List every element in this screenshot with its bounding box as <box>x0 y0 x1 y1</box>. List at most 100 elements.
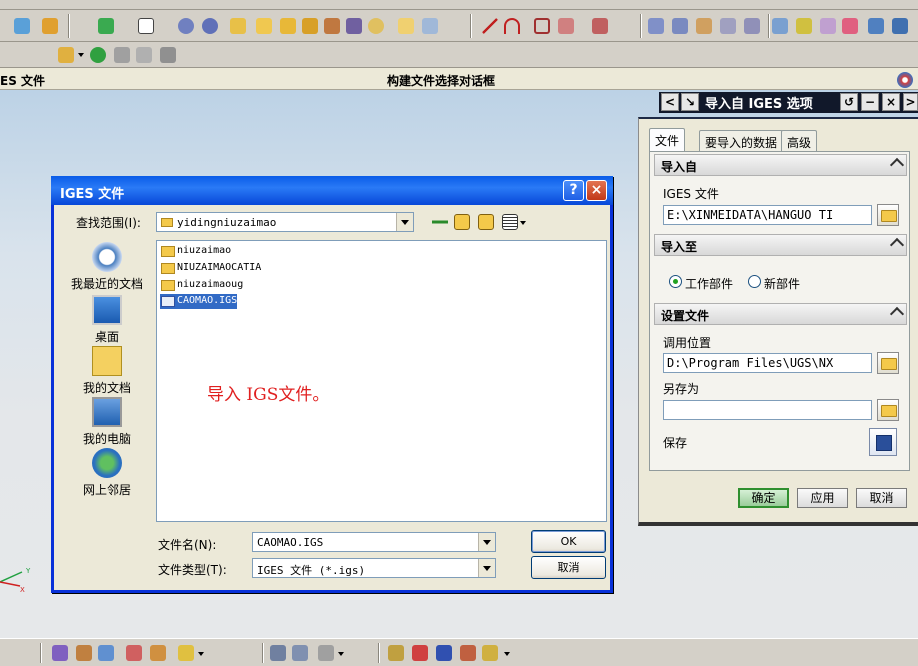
up-folder-icon[interactable] <box>454 214 470 230</box>
blend-icon[interactable] <box>842 18 858 34</box>
rectangle-icon[interactable] <box>138 18 154 34</box>
call-location-field[interactable]: D:\Program Files\UGS\NX <box>663 353 872 373</box>
extrude-icon[interactable] <box>302 18 318 34</box>
new-folder-icon[interactable] <box>478 214 494 230</box>
save-disk-icon[interactable] <box>869 428 897 456</box>
dimension-icon[interactable] <box>388 645 404 661</box>
browse-folder-icon[interactable] <box>877 352 899 374</box>
place-mycomputer[interactable]: 我的电脑 <box>62 397 152 447</box>
sphere2-icon[interactable] <box>202 18 218 34</box>
back-arrow-icon[interactable] <box>432 214 448 230</box>
list-item[interactable]: NIUZAIMAOCATIA <box>160 261 261 276</box>
arc-icon[interactable] <box>504 18 520 34</box>
paint-icon[interactable] <box>178 645 194 661</box>
surface5-icon[interactable] <box>744 18 760 34</box>
revolve-icon[interactable] <box>324 18 340 34</box>
move-icon[interactable] <box>136 47 152 63</box>
place-recent[interactable]: 我最近的文档 <box>62 242 152 292</box>
tab-file[interactable]: 文件 <box>649 128 686 152</box>
place-desktop[interactable]: 桌面 <box>62 295 152 345</box>
import-options-header[interactable]: < ↘ 导入自 IGES 选项 ↺ − × > <box>659 92 918 113</box>
analysis-icon[interactable] <box>318 645 334 661</box>
tab-data-to-import[interactable]: 要导入的数据 <box>699 130 784 151</box>
help-button[interactable]: ? <box>563 180 584 201</box>
filename-input[interactable]: CAOMAO.IGS <box>252 532 496 552</box>
reset-icon[interactable]: ↺ <box>840 93 858 111</box>
browse-folder-icon[interactable] <box>877 399 899 421</box>
chevron-down-icon[interactable] <box>478 533 495 551</box>
snap-icon[interactable] <box>14 18 30 34</box>
table-icon[interactable] <box>460 645 476 661</box>
symbol-icon[interactable] <box>482 645 498 661</box>
save-as-field[interactable] <box>663 400 872 420</box>
chevron-down-icon[interactable] <box>396 213 413 231</box>
pointer-icon[interactable] <box>160 47 176 63</box>
list-item-selected[interactable]: CAOMAO.IGS <box>160 294 238 309</box>
cone-icon[interactable] <box>280 18 296 34</box>
wire-icon[interactable] <box>892 18 908 34</box>
group-settings-file[interactable]: 设置文件 <box>654 303 907 325</box>
surface-icon[interactable] <box>648 18 664 34</box>
place-network[interactable]: 网上邻居 <box>62 448 152 498</box>
chevron-down-icon[interactable] <box>478 559 495 577</box>
cancel-button[interactable]: 取消 <box>531 556 606 579</box>
surface4-icon[interactable] <box>720 18 736 34</box>
dialog-titlebar[interactable]: IGES 文件 ? × <box>51 176 613 205</box>
pocket-icon[interactable] <box>398 18 414 34</box>
edit-obj2-icon[interactable] <box>150 645 166 661</box>
browse-folder-icon[interactable] <box>877 204 899 226</box>
chevron-right-icon[interactable]: > <box>903 93 918 111</box>
wcs-icon[interactable] <box>42 18 58 34</box>
filetype-label: 文件类型(T): <box>158 563 227 577</box>
lookin-combo[interactable]: yidingniuzaimao <box>156 212 414 232</box>
minimize-icon[interactable]: − <box>861 93 879 111</box>
panel-cancel-button[interactable]: 取消 <box>856 488 907 508</box>
text-icon[interactable] <box>592 18 608 34</box>
back-icon[interactable] <box>90 47 106 63</box>
shade-icon[interactable] <box>868 18 884 34</box>
layer2-icon[interactable] <box>76 645 92 661</box>
tab-advanced[interactable]: 高级 <box>781 130 818 151</box>
surface2-icon[interactable] <box>672 18 688 34</box>
sphere-icon[interactable] <box>178 18 194 34</box>
measure-icon[interactable] <box>270 645 286 661</box>
edit-obj-icon[interactable] <box>126 645 142 661</box>
cylinder-icon[interactable] <box>256 18 272 34</box>
list-item[interactable]: niuzaimaoug <box>160 278 243 293</box>
group-import-from[interactable]: 导入自 <box>654 154 907 176</box>
boss-icon[interactable] <box>368 18 384 34</box>
place-mydocs-label: 我的文档 <box>82 381 131 395</box>
confirm-button[interactable]: 确定 <box>738 488 789 508</box>
ok-button[interactable]: OK <box>531 530 606 553</box>
offset-icon[interactable] <box>820 18 836 34</box>
point-icon[interactable] <box>98 18 114 34</box>
radio-new-part[interactable] <box>748 275 761 288</box>
layer3-icon[interactable] <box>98 645 114 661</box>
view-menu-icon[interactable] <box>502 214 518 230</box>
apply-button[interactable]: 应用 <box>797 488 848 508</box>
label-icon[interactable] <box>436 645 452 661</box>
select-filter-icon[interactable] <box>58 47 74 63</box>
layer-icon[interactable] <box>52 645 68 661</box>
note-icon[interactable] <box>412 645 428 661</box>
list-item[interactable]: niuzaimao <box>160 244 231 259</box>
iges-file-field[interactable]: E:\XINMEIDATA\HANGUO TI <box>663 205 872 225</box>
filetype-select[interactable]: IGES 文件 (*.igs) <box>252 558 496 578</box>
hole-icon[interactable] <box>346 18 362 34</box>
surface3-icon[interactable] <box>696 18 712 34</box>
measure2-icon[interactable] <box>292 645 308 661</box>
radio-work-part[interactable] <box>669 275 682 288</box>
group-import-to[interactable]: 导入至 <box>654 234 907 256</box>
block-icon[interactable] <box>230 18 246 34</box>
eraser-icon[interactable] <box>114 47 130 63</box>
close-button[interactable]: × <box>586 180 607 201</box>
place-mydocs[interactable]: 我的文档 <box>62 346 152 396</box>
curve-icon[interactable] <box>534 18 550 34</box>
trim-icon[interactable] <box>772 18 788 34</box>
line-icon[interactable] <box>482 18 498 34</box>
edit-icon[interactable] <box>796 18 812 34</box>
chevron-left-icon[interactable]: < <box>661 93 679 111</box>
panel-close-icon[interactable]: × <box>882 93 900 111</box>
spline-icon[interactable] <box>558 18 574 34</box>
pad-icon[interactable] <box>422 18 438 34</box>
